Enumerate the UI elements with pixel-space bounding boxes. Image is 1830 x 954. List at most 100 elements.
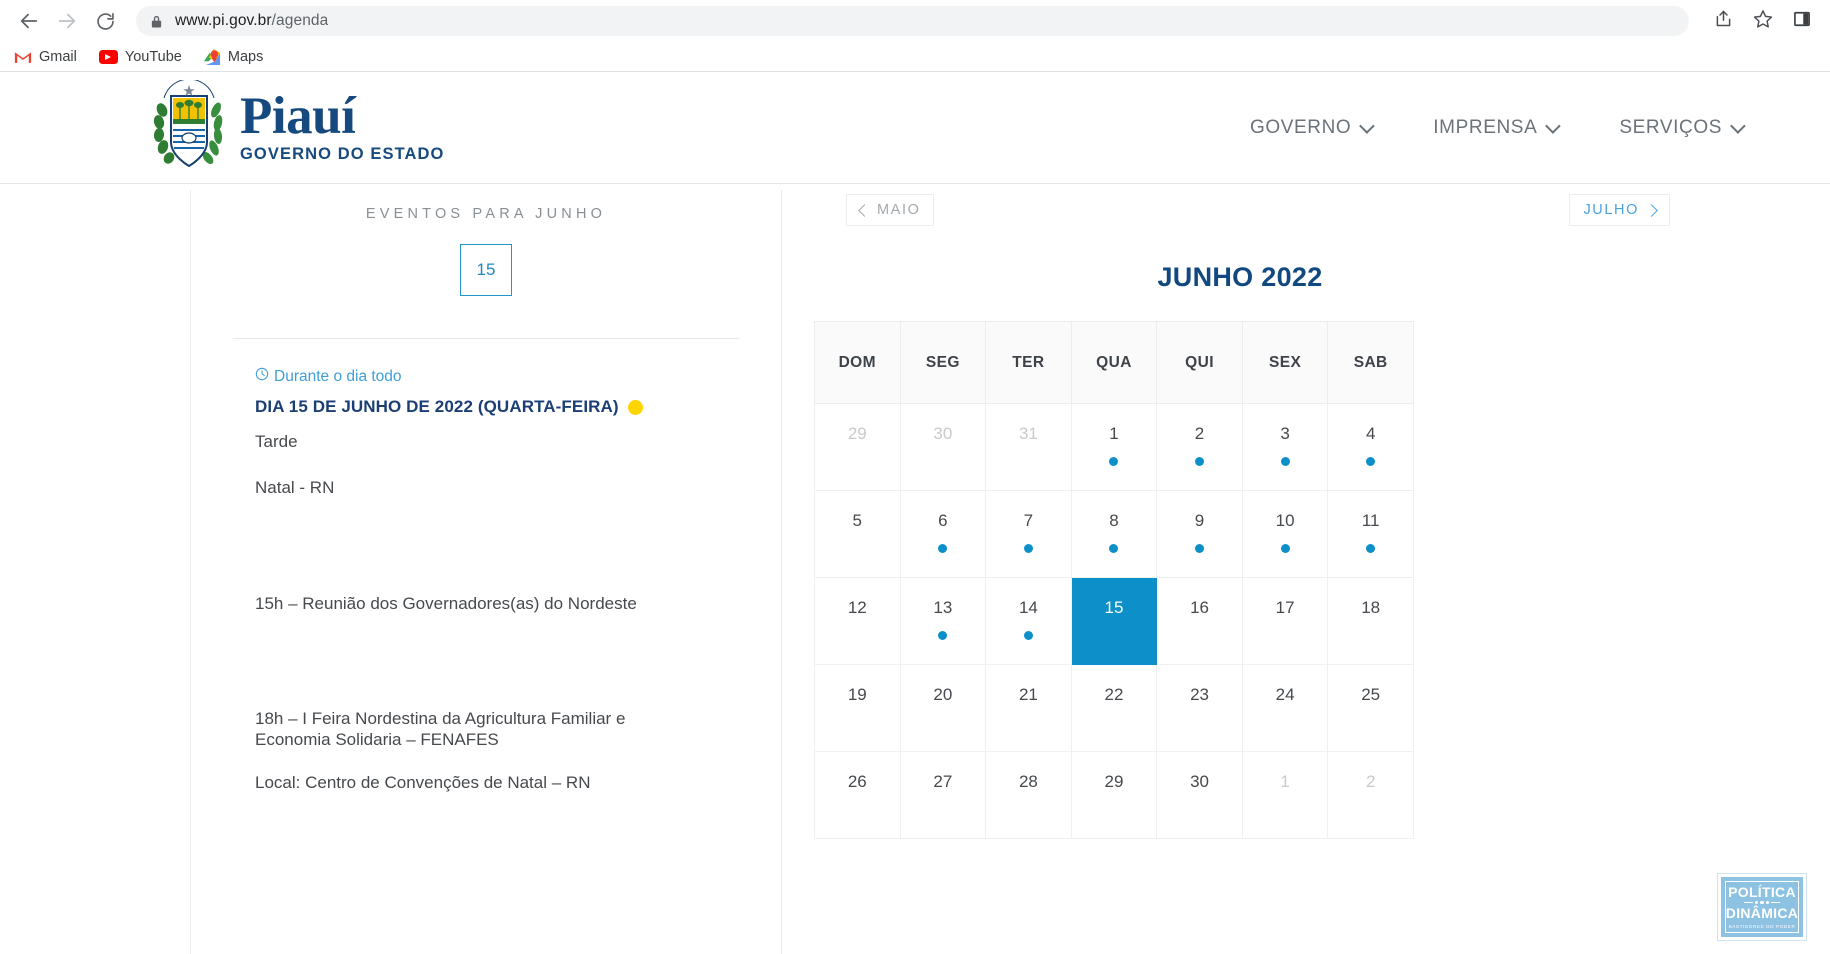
calendar-day-number: 14 [1018, 598, 1038, 617]
calendar-day-cell[interactable]: 30 [899, 403, 987, 491]
calendar-day-number: 29 [1104, 772, 1124, 791]
calendar-event-dot [1195, 544, 1205, 553]
bookmarks-bar: Gmail YouTube Maps [0, 42, 1830, 72]
watermark-line1: POLÍTICA [1728, 883, 1796, 900]
calendar-day-cell[interactable]: 16 [1156, 577, 1243, 665]
chevron-left-icon [858, 203, 871, 217]
weekday-header: SEG [899, 321, 987, 404]
calendar-day-cell[interactable]: 26 [814, 751, 901, 839]
bookmark-label: Maps [227, 48, 264, 65]
event-item-18h: 18h – I Feira Nordestina da Agricultura … [255, 708, 626, 749]
event-item-15h: 15h – Reunião dos Governadores(as) do No… [255, 593, 637, 613]
bookmark-youtube[interactable]: YouTube [98, 48, 182, 65]
calendar-day-number: 12 [847, 598, 867, 617]
calendar-day-cell[interactable]: 17 [1241, 577, 1329, 665]
star-icon[interactable] [1752, 8, 1774, 35]
calendar-event-dot [1366, 457, 1376, 466]
gmail-icon [14, 50, 32, 64]
next-month-button[interactable]: JULHO [1569, 194, 1670, 226]
calendar-day-number: 4 [1365, 424, 1376, 443]
reload-icon[interactable] [88, 4, 122, 38]
calendar-event-dot [1280, 544, 1290, 553]
event-period: Tarde [255, 432, 298, 451]
calendar-day-number: 21 [1018, 685, 1038, 704]
calendar-day-cell[interactable]: 19 [814, 664, 901, 752]
event-title-text: DIA 15 DE JUNHO DE 2022 (QUARTA-FEIRA) [255, 397, 619, 416]
nav-item-imprensa[interactable]: IMPRENSA [1433, 117, 1562, 139]
panel-divider [233, 338, 739, 339]
calendar-day-cell[interactable]: 2 [1327, 751, 1414, 839]
calendar-day-cell[interactable]: 31 [985, 403, 1072, 491]
brand-text: Piauí GOVERNO DO ESTADO [240, 90, 445, 164]
calendar-day-cell[interactable]: 24 [1241, 664, 1329, 752]
calendar-day-cell[interactable]: 21 [985, 664, 1072, 752]
calendar-event-dot [1023, 631, 1033, 640]
back-arrow-icon[interactable] [12, 4, 46, 38]
address-bar[interactable]: www.pi.gov.br/agenda [136, 6, 1689, 36]
calendar-day-cell[interactable]: 14 [985, 577, 1072, 665]
calendar-day-cell[interactable]: 3 [1241, 403, 1329, 491]
nav-item-governo[interactable]: GOVERNO [1250, 117, 1375, 139]
url-text: www.pi.gov.br/agenda [175, 12, 328, 30]
calendar-day-cell[interactable]: 23 [1156, 664, 1243, 752]
calendar-day-cell[interactable]: 28 [985, 751, 1072, 839]
calendar-day-number: 18 [1361, 598, 1381, 617]
calendar-day-cell[interactable]: 27 [899, 751, 987, 839]
calendar-day-cell[interactable]: 2 [1156, 403, 1243, 491]
share-icon[interactable] [1713, 8, 1734, 34]
calendar-event-dot [938, 544, 948, 553]
forward-arrow-icon[interactable] [50, 4, 84, 38]
weekday-header: DOM [814, 321, 901, 404]
calendar-day-number: 11 [1361, 511, 1380, 530]
calendar-day-cell[interactable]: 20 [899, 664, 987, 752]
calendar-event-dot [938, 631, 948, 640]
side-panel-icon[interactable] [1792, 9, 1812, 34]
calendar-day-cell[interactable]: 18 [1327, 577, 1414, 665]
calendar-day-cell[interactable]: 25 [1327, 664, 1414, 752]
bookmark-maps[interactable]: Maps [203, 48, 264, 66]
calendar-day-cell[interactable]: 10 [1241, 490, 1329, 578]
clock-icon [255, 367, 269, 386]
url-path: /agenda [271, 12, 329, 29]
weekday-header: QUA [1070, 321, 1158, 404]
events-panel-heading: EVENTOS PARA JUNHO [365, 206, 607, 222]
watermark-line2: DINÂMICA [1725, 905, 1799, 922]
calendar-day-number: 1 [1109, 424, 1119, 443]
calendar-week-row: 19 20 21 22 23 24 25 [814, 664, 1414, 752]
calendar-day-cell[interactable]: 15 [1070, 577, 1158, 665]
calendar-panel: MAIO JULHO JUNHO 2022 DOM SEG TER QUA QU… [782, 190, 1830, 954]
calendar-day-cell[interactable]: 1 [1241, 751, 1329, 839]
calendar-day-cell[interactable]: 13 [899, 577, 987, 665]
calendar-day-cell[interactable]: 29 [814, 403, 901, 491]
browser-chrome: www.pi.gov.br/agenda Gmail YouTube Maps [0, 0, 1830, 72]
calendar-day-cell[interactable]: 9 [1156, 490, 1243, 578]
weekday-header: SEX [1241, 321, 1329, 404]
calendar-day-cell[interactable]: 4 [1327, 403, 1414, 491]
bookmark-gmail[interactable]: Gmail [14, 50, 77, 65]
watermark-divider-icon [1743, 900, 1781, 905]
calendar-event-dot [1023, 544, 1033, 553]
calendar-day-cell[interactable]: 22 [1070, 664, 1158, 752]
nav-item-servicos[interactable]: SERVIÇOS [1619, 117, 1746, 139]
selected-day-box[interactable]: 15 [460, 244, 512, 296]
calendar-day-cell[interactable]: 29 [1070, 751, 1158, 839]
calendar-day-cell[interactable]: 11 [1327, 490, 1414, 578]
calendar-day-number: 27 [933, 772, 953, 791]
calendar-day-cell[interactable]: 7 [985, 490, 1072, 578]
calendar-day-cell[interactable]: 30 [1156, 751, 1243, 839]
site-logo[interactable]: Piauí GOVERNO DO ESTADO [148, 78, 445, 176]
calendar-day-cell[interactable]: 12 [814, 577, 901, 665]
calendar-day-number: 7 [1023, 511, 1034, 530]
site-header: Piauí GOVERNO DO ESTADO GOVERNO IMPRENSA… [0, 72, 1830, 184]
prev-month-button[interactable]: MAIO [846, 194, 935, 226]
calendar-day-cell[interactable]: 6 [899, 490, 987, 578]
calendar-day-number: 2 [1365, 772, 1376, 791]
calendar-day-cell[interactable]: 5 [814, 490, 901, 578]
event-title[interactable]: DIA 15 DE JUNHO DE 2022 (QUARTA-FEIRA) [255, 397, 739, 417]
chevron-right-icon [1645, 203, 1658, 217]
calendar-day-cell[interactable]: 1 [1070, 403, 1158, 491]
calendar-day-cell[interactable]: 8 [1070, 490, 1158, 578]
calendar-day-number: 6 [938, 511, 948, 530]
bookmark-label: YouTube [124, 48, 182, 65]
calendar-day-number: 24 [1275, 685, 1295, 704]
